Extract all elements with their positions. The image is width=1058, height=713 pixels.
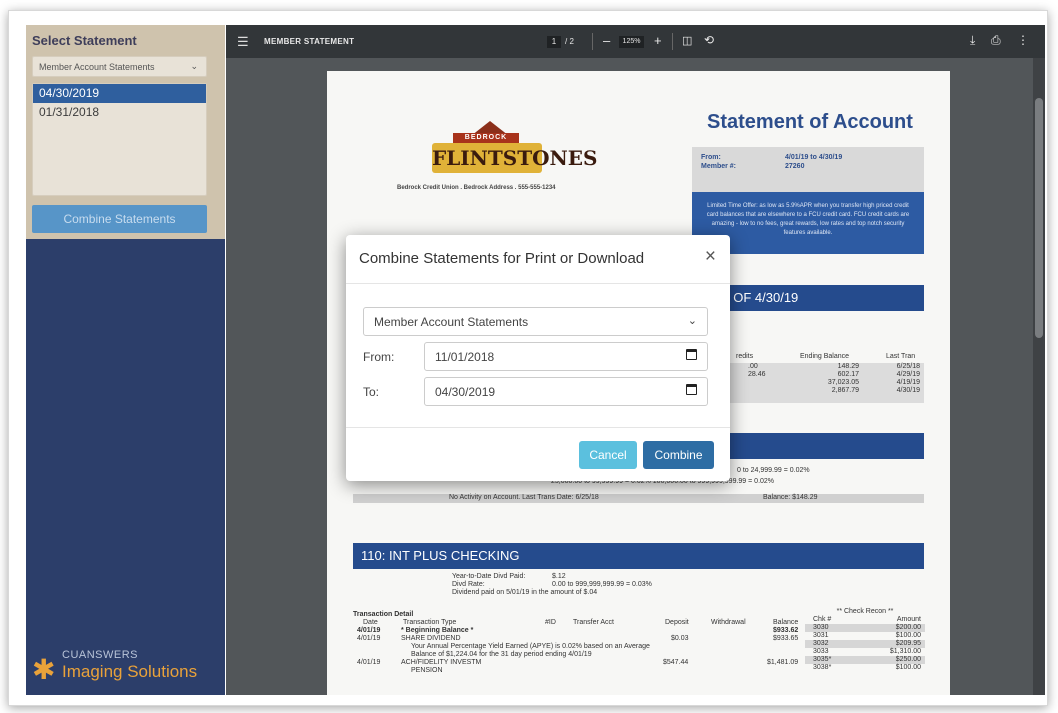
statement-type-select-value: Member Account Statements xyxy=(374,315,529,329)
statement-type-select[interactable]: Member Account Statements ⌄ xyxy=(363,307,708,336)
calendar-icon[interactable] xyxy=(686,384,697,395)
to-date-label: To: xyxy=(363,385,380,399)
to-date-value: 04/30/2019 xyxy=(435,385,496,399)
modal-layer: Combine Statements for Print or Download… xyxy=(0,0,1058,713)
modal-divider xyxy=(346,283,730,284)
combine-statements-modal: Combine Statements for Print or Download… xyxy=(346,235,730,481)
from-date-label: From: xyxy=(363,350,395,364)
from-date-value: 11/01/2018 xyxy=(435,350,495,364)
chevron-down-icon: ⌄ xyxy=(687,315,697,327)
to-date-field[interactable]: 04/30/2019 xyxy=(424,377,708,406)
cancel-button[interactable]: Cancel xyxy=(579,441,637,469)
close-icon[interactable]: × xyxy=(705,247,716,266)
calendar-icon[interactable] xyxy=(686,349,697,360)
from-date-field[interactable]: 11/01/2018 xyxy=(424,342,708,371)
combine-button[interactable]: Combine xyxy=(643,441,714,469)
modal-divider xyxy=(346,427,730,428)
modal-title: Combine Statements for Print or Download xyxy=(359,250,645,267)
